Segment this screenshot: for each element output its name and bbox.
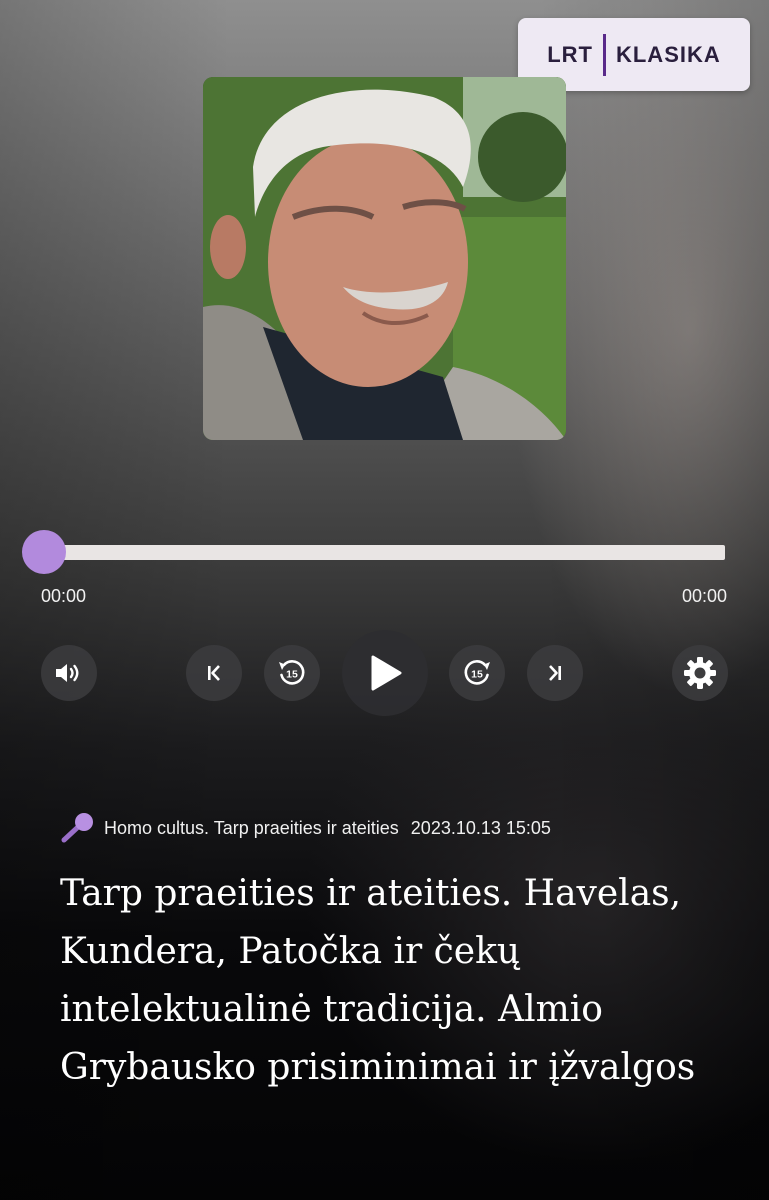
play-button[interactable]	[342, 630, 428, 716]
volume-icon	[56, 664, 79, 682]
progress-bar[interactable]	[44, 545, 725, 560]
skip-previous-icon	[208, 665, 220, 681]
total-time: 00:00	[681, 586, 727, 606]
portrait-illustration	[203, 77, 566, 440]
logo-lrt-text: LRT	[547, 41, 593, 67]
forward-15-icon: 15	[464, 660, 490, 685]
logo-klasika-text: KLASIKA	[615, 41, 721, 67]
volume-button[interactable]	[41, 645, 97, 701]
episode-meta: Homo cultus. Tarp praeities ir ateities …	[60, 812, 551, 844]
episode-cover-image	[203, 77, 566, 440]
next-button[interactable]	[527, 645, 583, 701]
forward-seconds: 15	[471, 669, 483, 681]
current-time: 00:00	[41, 586, 87, 606]
rewind-seconds: 15	[286, 669, 298, 681]
microphone-icon	[61, 813, 93, 843]
rewind-15-button[interactable]: 15	[264, 645, 320, 701]
previous-button[interactable]	[186, 645, 242, 701]
show-name[interactable]: Homo cultus. Tarp praeities ir ateities	[104, 818, 399, 839]
skip-next-icon	[549, 665, 561, 681]
progress-thumb[interactable]	[22, 530, 66, 574]
episode-title: Tarp praeities ir ateities. Havelas, Kun…	[60, 873, 696, 1088]
logo-divider	[602, 33, 606, 76]
gear-icon	[684, 657, 716, 689]
rewind-15-icon: 15	[279, 660, 305, 685]
forward-15-button[interactable]: 15	[449, 645, 505, 701]
play-icon	[371, 655, 402, 691]
settings-button[interactable]	[672, 645, 728, 701]
episode-date: 2023.10.13 15:05	[410, 817, 551, 838]
